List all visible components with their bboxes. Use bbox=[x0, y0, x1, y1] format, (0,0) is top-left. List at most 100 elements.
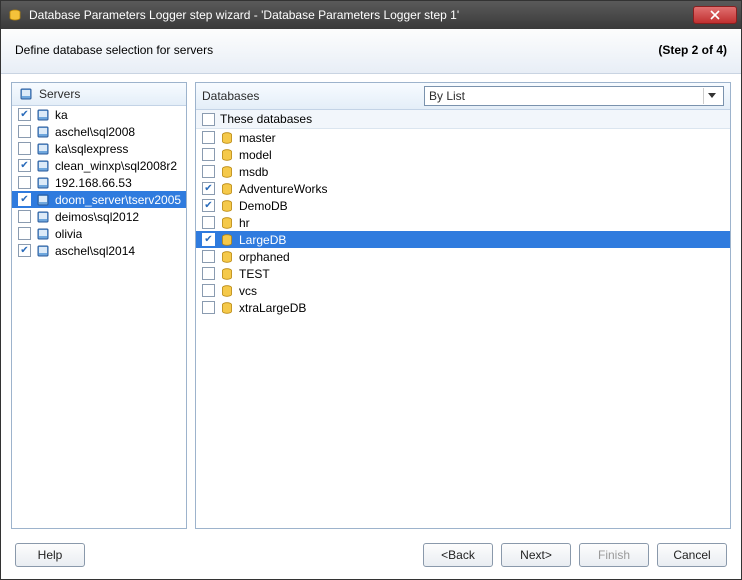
server-icon bbox=[35, 158, 51, 174]
database-checkbox[interactable] bbox=[202, 182, 215, 195]
server-checkbox[interactable] bbox=[18, 108, 31, 121]
database-label: xtraLargeDB bbox=[239, 301, 306, 315]
database-label: model bbox=[239, 148, 272, 162]
server-row[interactable]: 192.168.66.53 bbox=[12, 174, 186, 191]
dropdown-value: By List bbox=[429, 89, 703, 103]
database-label: master bbox=[239, 131, 276, 145]
database-checkbox[interactable] bbox=[202, 131, 215, 144]
servers-list[interactable]: ka aschel\sql2008 ka\sqlexpress clean_winxp… bbox=[12, 106, 186, 528]
databases-list[interactable]: master model msdb AdventureWorks DemoDB hr Lar… bbox=[196, 129, 730, 528]
servers-title: Servers bbox=[39, 87, 80, 101]
server-checkbox[interactable] bbox=[18, 244, 31, 257]
database-label: TEST bbox=[239, 267, 270, 281]
server-label: ka bbox=[55, 108, 68, 122]
server-row[interactable]: deimos\sql2012 bbox=[12, 208, 186, 225]
database-checkbox[interactable] bbox=[202, 301, 215, 314]
database-icon bbox=[219, 147, 235, 163]
close-button[interactable] bbox=[693, 6, 737, 24]
database-label: AdventureWorks bbox=[239, 182, 327, 196]
database-icon bbox=[219, 198, 235, 214]
database-checkbox[interactable] bbox=[202, 284, 215, 297]
database-row[interactable]: orphaned bbox=[196, 248, 730, 265]
database-icon bbox=[219, 283, 235, 299]
server-label: 192.168.66.53 bbox=[55, 176, 132, 190]
database-label: hr bbox=[239, 216, 250, 230]
database-icon bbox=[219, 164, 235, 180]
footer: Help <Back Next> Finish Cancel bbox=[1, 533, 741, 579]
server-row[interactable]: ka bbox=[12, 106, 186, 123]
server-icon bbox=[35, 141, 51, 157]
server-checkbox[interactable] bbox=[18, 227, 31, 240]
server-row[interactable]: ka\sqlexpress bbox=[12, 140, 186, 157]
server-row[interactable]: doom_server\tserv2005 bbox=[12, 191, 186, 208]
server-label: ka\sqlexpress bbox=[55, 142, 128, 156]
server-checkbox[interactable] bbox=[18, 125, 31, 138]
database-row[interactable]: msdb bbox=[196, 163, 730, 180]
server-icon bbox=[35, 175, 51, 191]
databases-mode-dropdown[interactable]: By List bbox=[424, 86, 724, 106]
cancel-button[interactable]: Cancel bbox=[657, 543, 727, 567]
database-row[interactable]: vcs bbox=[196, 282, 730, 299]
database-checkbox[interactable] bbox=[202, 267, 215, 280]
database-row[interactable]: master bbox=[196, 129, 730, 146]
database-icon bbox=[219, 300, 235, 316]
database-row[interactable]: LargeDB bbox=[196, 231, 730, 248]
main-area: Servers ka aschel\sql2008 ka\sqlexpress cle… bbox=[1, 74, 741, 533]
server-row[interactable]: aschel\sql2014 bbox=[12, 242, 186, 259]
wizard-step-indicator: (Step 2 of 4) bbox=[658, 43, 727, 57]
server-checkbox[interactable] bbox=[18, 210, 31, 223]
finish-button[interactable]: Finish bbox=[579, 543, 649, 567]
server-row[interactable]: clean_winxp\sql2008r2 bbox=[12, 157, 186, 174]
server-row[interactable]: aschel\sql2008 bbox=[12, 123, 186, 140]
databases-subheader: These databases bbox=[196, 110, 730, 129]
next-button[interactable]: Next> bbox=[501, 543, 571, 567]
server-icon bbox=[35, 124, 51, 140]
databases-title: Databases bbox=[202, 89, 259, 103]
database-checkbox[interactable] bbox=[202, 216, 215, 229]
database-row[interactable]: AdventureWorks bbox=[196, 180, 730, 197]
back-button[interactable]: <Back bbox=[423, 543, 493, 567]
server-checkbox[interactable] bbox=[18, 176, 31, 189]
databases-selectall-checkbox[interactable] bbox=[202, 113, 215, 126]
database-label: orphaned bbox=[239, 250, 290, 264]
database-checkbox[interactable] bbox=[202, 233, 215, 246]
database-row[interactable]: model bbox=[196, 146, 730, 163]
database-label: msdb bbox=[239, 165, 268, 179]
database-icon bbox=[219, 249, 235, 265]
server-label: clean_winxp\sql2008r2 bbox=[55, 159, 177, 173]
server-checkbox[interactable] bbox=[18, 159, 31, 172]
server-label: olivia bbox=[55, 227, 82, 241]
chevron-down-icon bbox=[703, 88, 719, 104]
server-icon bbox=[35, 107, 51, 123]
database-row[interactable]: DemoDB bbox=[196, 197, 730, 214]
server-checkbox[interactable] bbox=[18, 142, 31, 155]
help-button[interactable]: Help bbox=[15, 543, 85, 567]
database-row[interactable]: hr bbox=[196, 214, 730, 231]
server-icon bbox=[35, 209, 51, 225]
database-row[interactable]: xtraLargeDB bbox=[196, 299, 730, 316]
server-row[interactable]: olivia bbox=[12, 225, 186, 242]
app-icon bbox=[7, 7, 23, 23]
server-checkbox[interactable] bbox=[18, 193, 31, 206]
server-label: doom_server\tserv2005 bbox=[55, 193, 181, 207]
database-icon bbox=[219, 232, 235, 248]
databases-panel: Databases By List These databases master… bbox=[195, 82, 731, 529]
database-icon bbox=[219, 266, 235, 282]
database-label: LargeDB bbox=[239, 233, 286, 247]
database-checkbox[interactable] bbox=[202, 250, 215, 263]
databases-header: Databases By List bbox=[196, 83, 730, 110]
database-checkbox[interactable] bbox=[202, 148, 215, 161]
wizard-subtitle: Define database selection for servers bbox=[15, 43, 213, 57]
database-icon bbox=[219, 215, 235, 231]
database-checkbox[interactable] bbox=[202, 199, 215, 212]
database-label: DemoDB bbox=[239, 199, 288, 213]
databases-subheader-label: These databases bbox=[220, 112, 312, 126]
servers-header: Servers bbox=[12, 83, 186, 106]
database-checkbox[interactable] bbox=[202, 165, 215, 178]
database-icon bbox=[219, 130, 235, 146]
window-title: Database Parameters Logger step wizard -… bbox=[29, 8, 693, 22]
server-label: aschel\sql2008 bbox=[55, 125, 135, 139]
wizard-header: Define database selection for servers (S… bbox=[1, 29, 741, 74]
server-icon bbox=[18, 86, 34, 102]
database-row[interactable]: TEST bbox=[196, 265, 730, 282]
